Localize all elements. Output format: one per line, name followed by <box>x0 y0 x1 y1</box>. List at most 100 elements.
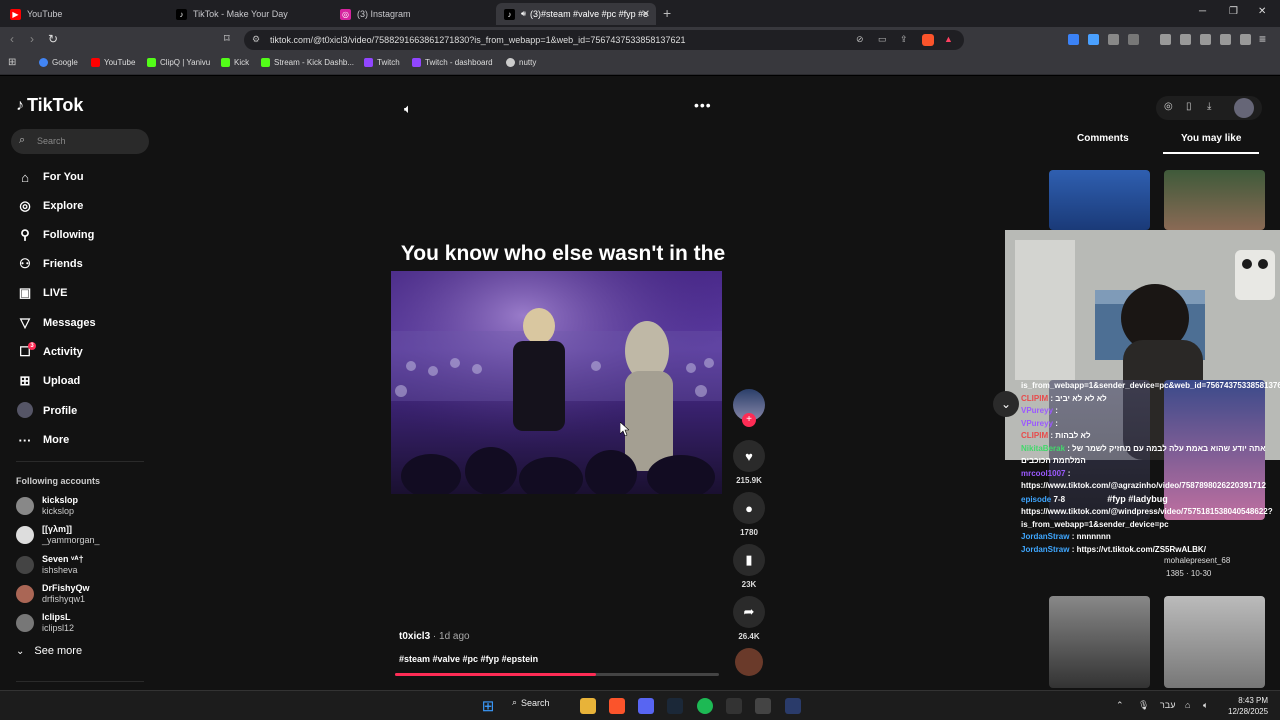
follow-plus-icon[interactable]: + <box>742 413 756 427</box>
recommended-video[interactable] <box>1049 596 1150 688</box>
bookmark-kick-dashboard[interactable]: Stream - Kick Dashb... <box>261 58 354 67</box>
following-account[interactable]: [[γλm]] _yammorgan_ <box>16 522 100 548</box>
brave-rewards-icon[interactable]: ▲ <box>944 34 953 44</box>
nav-for-you[interactable]: ⌂ For You <box>16 167 83 187</box>
nav-activity[interactable]: ☐ 3 Activity <box>16 342 83 362</box>
music-icon[interactable] <box>1160 34 1171 45</box>
creator-avatar[interactable]: + <box>733 389 765 427</box>
nav-explore[interactable]: ◎ Explore <box>16 196 83 216</box>
language-indicator[interactable]: עבר <box>1160 700 1175 710</box>
wallet-icon[interactable] <box>1200 34 1211 45</box>
sound-disc[interactable] <box>733 648 765 676</box>
tab-you-may-like[interactable]: You may like <box>1181 133 1241 144</box>
nav-more[interactable]: ··· More <box>16 430 70 450</box>
share-button[interactable]: ➦ 26.4K <box>733 596 765 641</box>
tab-tiktok-home[interactable]: ♪ TikTok - Make Your Day <box>168 3 332 25</box>
tab-comments[interactable]: Comments <box>1077 133 1129 144</box>
minimize-button[interactable]: ─ <box>1199 6 1206 17</box>
leo-icon[interactable] <box>1220 34 1231 45</box>
extension-icon[interactable] <box>1068 34 1079 45</box>
bookmark-youtube[interactable]: YouTube <box>91 58 135 67</box>
back-button[interactable]: ‹ <box>10 32 14 46</box>
taskbar-search[interactable]: ⌕ Search <box>512 697 550 708</box>
chevron-up-icon[interactable]: ⌃ <box>1116 700 1124 711</box>
bookmark-nutty[interactable]: nutty <box>506 58 536 67</box>
address-bar[interactable]: ⚙︎ tiktok.com/@t0xicl3/video/75882916638… <box>244 30 964 50</box>
sidebar-icon[interactable] <box>1180 34 1191 45</box>
see-more-button[interactable]: ⌄ See more <box>16 645 82 657</box>
share-count: 26.4K <box>738 632 760 641</box>
phone-icon[interactable]: ▯ <box>1186 101 1192 112</box>
video-author[interactable]: t0xicl3 · 1d ago <box>399 631 470 642</box>
search-input[interactable]: ⌕ Search <box>11 129 149 154</box>
spotify-icon[interactable] <box>697 698 713 714</box>
tab-instagram[interactable]: ◎ (3) Instagram <box>332 3 496 25</box>
new-tab-button[interactable]: + <box>663 5 671 21</box>
site-info-icon[interactable]: ⚙︎ <box>252 34 260 45</box>
scroll-down-button[interactable]: ⌄ <box>993 391 1019 417</box>
cast-icon[interactable]: ▭ <box>878 34 887 45</box>
windows-start-icon[interactable]: ⊞ <box>480 698 496 715</box>
video-progress-bar[interactable] <box>395 673 719 676</box>
nav-profile[interactable]: Profile <box>16 401 77 421</box>
network-icon[interactable]: ⌂ <box>1185 700 1190 710</box>
microphone-icon[interactable]: 🎙︎ <box>1138 700 1149 711</box>
bookmark-icon[interactable]: ⌑ <box>224 32 230 45</box>
more-options-icon[interactable]: ••• <box>694 97 712 113</box>
volume-icon[interactable]: 🔈︎ <box>404 101 412 117</box>
bookmark-clipq[interactable]: ClipQ | Yanivu <box>147 58 210 67</box>
bookmark-google[interactable]: Google <box>39 58 78 67</box>
tiktok-logo[interactable]: ♪ TikTok <box>16 95 83 116</box>
bookmark-kick[interactable]: Kick <box>221 58 249 67</box>
tab-youtube[interactable]: ▶ YouTube <box>2 3 166 25</box>
vpn-icon[interactable] <box>1240 34 1251 45</box>
brave-browser-icon[interactable] <box>609 698 625 714</box>
avatar[interactable] <box>1234 98 1254 118</box>
following-account[interactable]: DrFishyQw drfishyqw1 <box>16 581 90 607</box>
translate-icon[interactable] <box>1088 34 1099 45</box>
tab-tiktok-video[interactable]: ♪ 🔊︎ (3)#steam #valve #pc #fyp #e ✕ <box>496 3 656 25</box>
close-window-button[interactable]: ✕ <box>1258 6 1266 17</box>
nav-friends[interactable]: ⚇ Friends <box>16 254 83 274</box>
recommended-video[interactable] <box>1049 170 1150 230</box>
close-tab-icon[interactable]: ✕ <box>642 9 650 20</box>
following-account[interactable]: Seven ᵛᴬ† ishsheva <box>16 552 84 578</box>
mute-icon[interactable]: ⊘ <box>856 34 864 45</box>
download-icon[interactable]: ⤓ <box>1207 101 1211 112</box>
recommended-video[interactable] <box>1164 170 1265 230</box>
author-name[interactable]: t0xicl3 <box>399 631 430 642</box>
extensions-icon[interactable] <box>1108 34 1119 45</box>
reco-author[interactable]: mohalepresent_68 <box>1164 556 1230 565</box>
nav-messages[interactable]: ▽ Messages <box>16 313 96 333</box>
share-icon[interactable]: ⇪ <box>900 34 908 45</box>
bookmark-twitch-dashboard[interactable]: Twitch - dashboard <box>412 58 493 67</box>
apps-grid-icon[interactable]: ⊞ <box>8 57 16 68</box>
recommended-video[interactable] <box>1164 596 1265 688</box>
following-account[interactable]: lclipsL iclipsl12 <box>16 610 74 636</box>
system-clock[interactable]: 8:43 PM 12/28/2025 <box>1228 695 1268 717</box>
forward-button[interactable]: › <box>30 32 34 46</box>
like-button[interactable]: ♥ 215.9K <box>733 440 765 485</box>
video-frame[interactable] <box>391 271 722 494</box>
app-icon[interactable] <box>785 698 801 714</box>
nav-following[interactable]: ⚲ Following <box>16 225 94 245</box>
following-account[interactable]: kickslop kickslop <box>16 493 78 519</box>
video-hashtags[interactable]: #steam #valve #pc #fyp #epstein <box>399 654 538 664</box>
brave-shields-icon[interactable] <box>922 34 934 46</box>
volume-icon[interactable]: 🔈︎ <box>1203 700 1208 711</box>
app-icon[interactable] <box>755 698 771 714</box>
discord-icon[interactable] <box>638 698 654 714</box>
compass-icon[interactable]: ◎ <box>1164 101 1173 112</box>
menu-icon[interactable]: ≡ <box>1259 32 1266 46</box>
obs-icon[interactable] <box>726 698 742 714</box>
comment-button[interactable]: ● 1780 <box>733 492 765 537</box>
restore-button[interactable]: ❐ <box>1229 6 1238 17</box>
screenshot-icon[interactable] <box>1128 34 1139 45</box>
steam-icon[interactable] <box>667 698 683 714</box>
bookmark-twitch[interactable]: Twitch <box>364 58 400 67</box>
save-button[interactable]: ▮ 23K <box>733 544 765 589</box>
reload-button[interactable]: ↻ <box>48 32 58 46</box>
file-explorer-icon[interactable] <box>580 698 596 714</box>
nav-upload[interactable]: ⊞ Upload <box>16 371 81 391</box>
nav-live[interactable]: ▣ LIVE <box>16 283 68 303</box>
